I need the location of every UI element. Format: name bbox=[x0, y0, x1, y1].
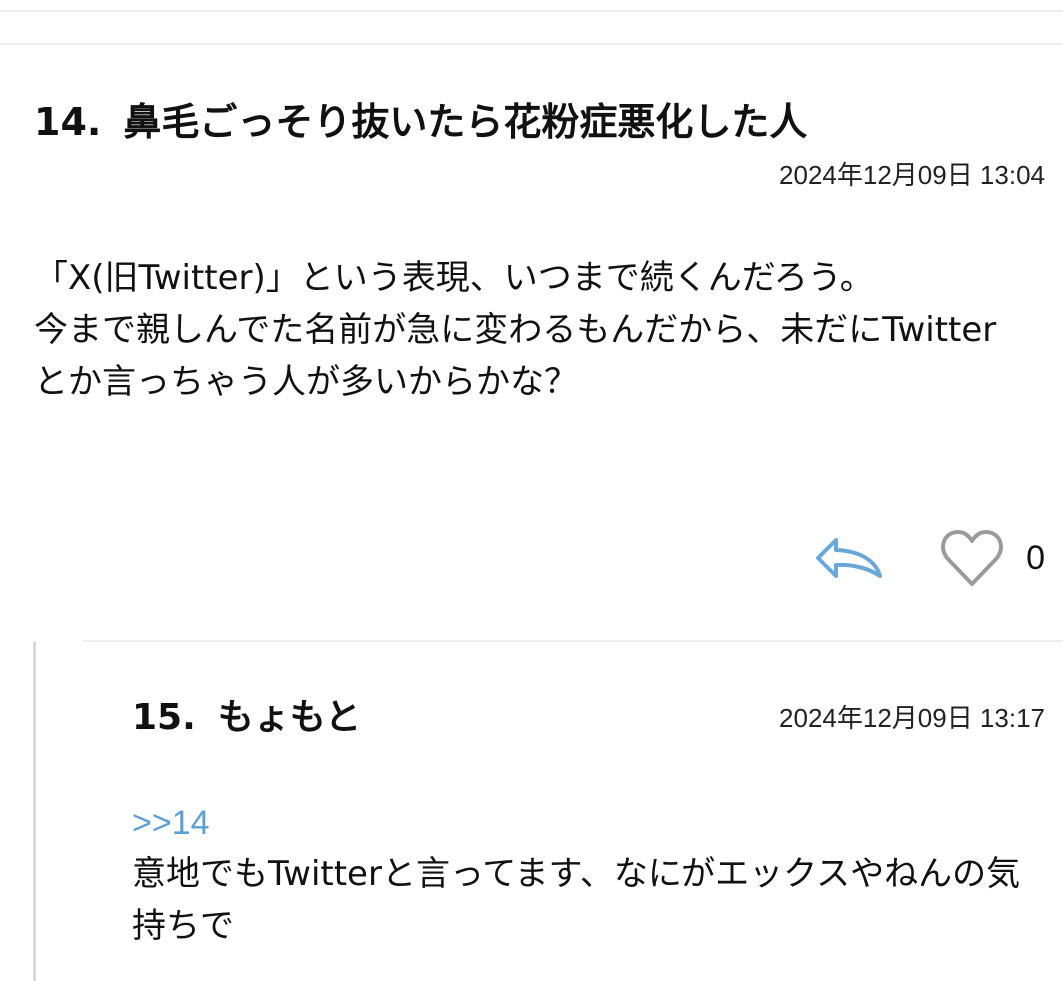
heart-outline-icon[interactable] bbox=[940, 528, 1004, 588]
reply-anchor-link[interactable]: >>14 bbox=[132, 798, 210, 848]
like-count: 0 bbox=[1026, 539, 1045, 577]
comment-header: 14. 鼻毛ごっそり抜いたら花粉症悪化した人 bbox=[34, 96, 807, 148]
comment-actions: 0 bbox=[814, 528, 1045, 588]
section-divider bbox=[0, 43, 1063, 45]
reply-header: 15. もょもと bbox=[132, 692, 361, 744]
reply-timestamp: 2024年12月09日 13:17 bbox=[779, 703, 1045, 733]
reply-number: 15. bbox=[132, 697, 196, 738]
top-divider bbox=[0, 10, 1063, 12]
reply-author-name: もょもと bbox=[217, 697, 362, 738]
reply-thread-bar bbox=[33, 642, 36, 981]
comment-author-name: 鼻毛ごっそり抜いたら花粉症悪化した人 bbox=[123, 100, 808, 144]
comment-number: 14. bbox=[34, 100, 102, 144]
comment-body: 「X(旧Twitter)」という表現、いつまで続くんだろう。 今まで親しんでた名… bbox=[34, 258, 997, 402]
comment-timestamp: 2024年12月09日 13:04 bbox=[779, 160, 1045, 190]
reply-body: 意地でもTwitterと言ってます、なにがエックスやねんの気持ちで bbox=[132, 854, 1021, 946]
reply-divider bbox=[82, 640, 1063, 642]
reply-arrow-icon[interactable] bbox=[814, 532, 886, 584]
